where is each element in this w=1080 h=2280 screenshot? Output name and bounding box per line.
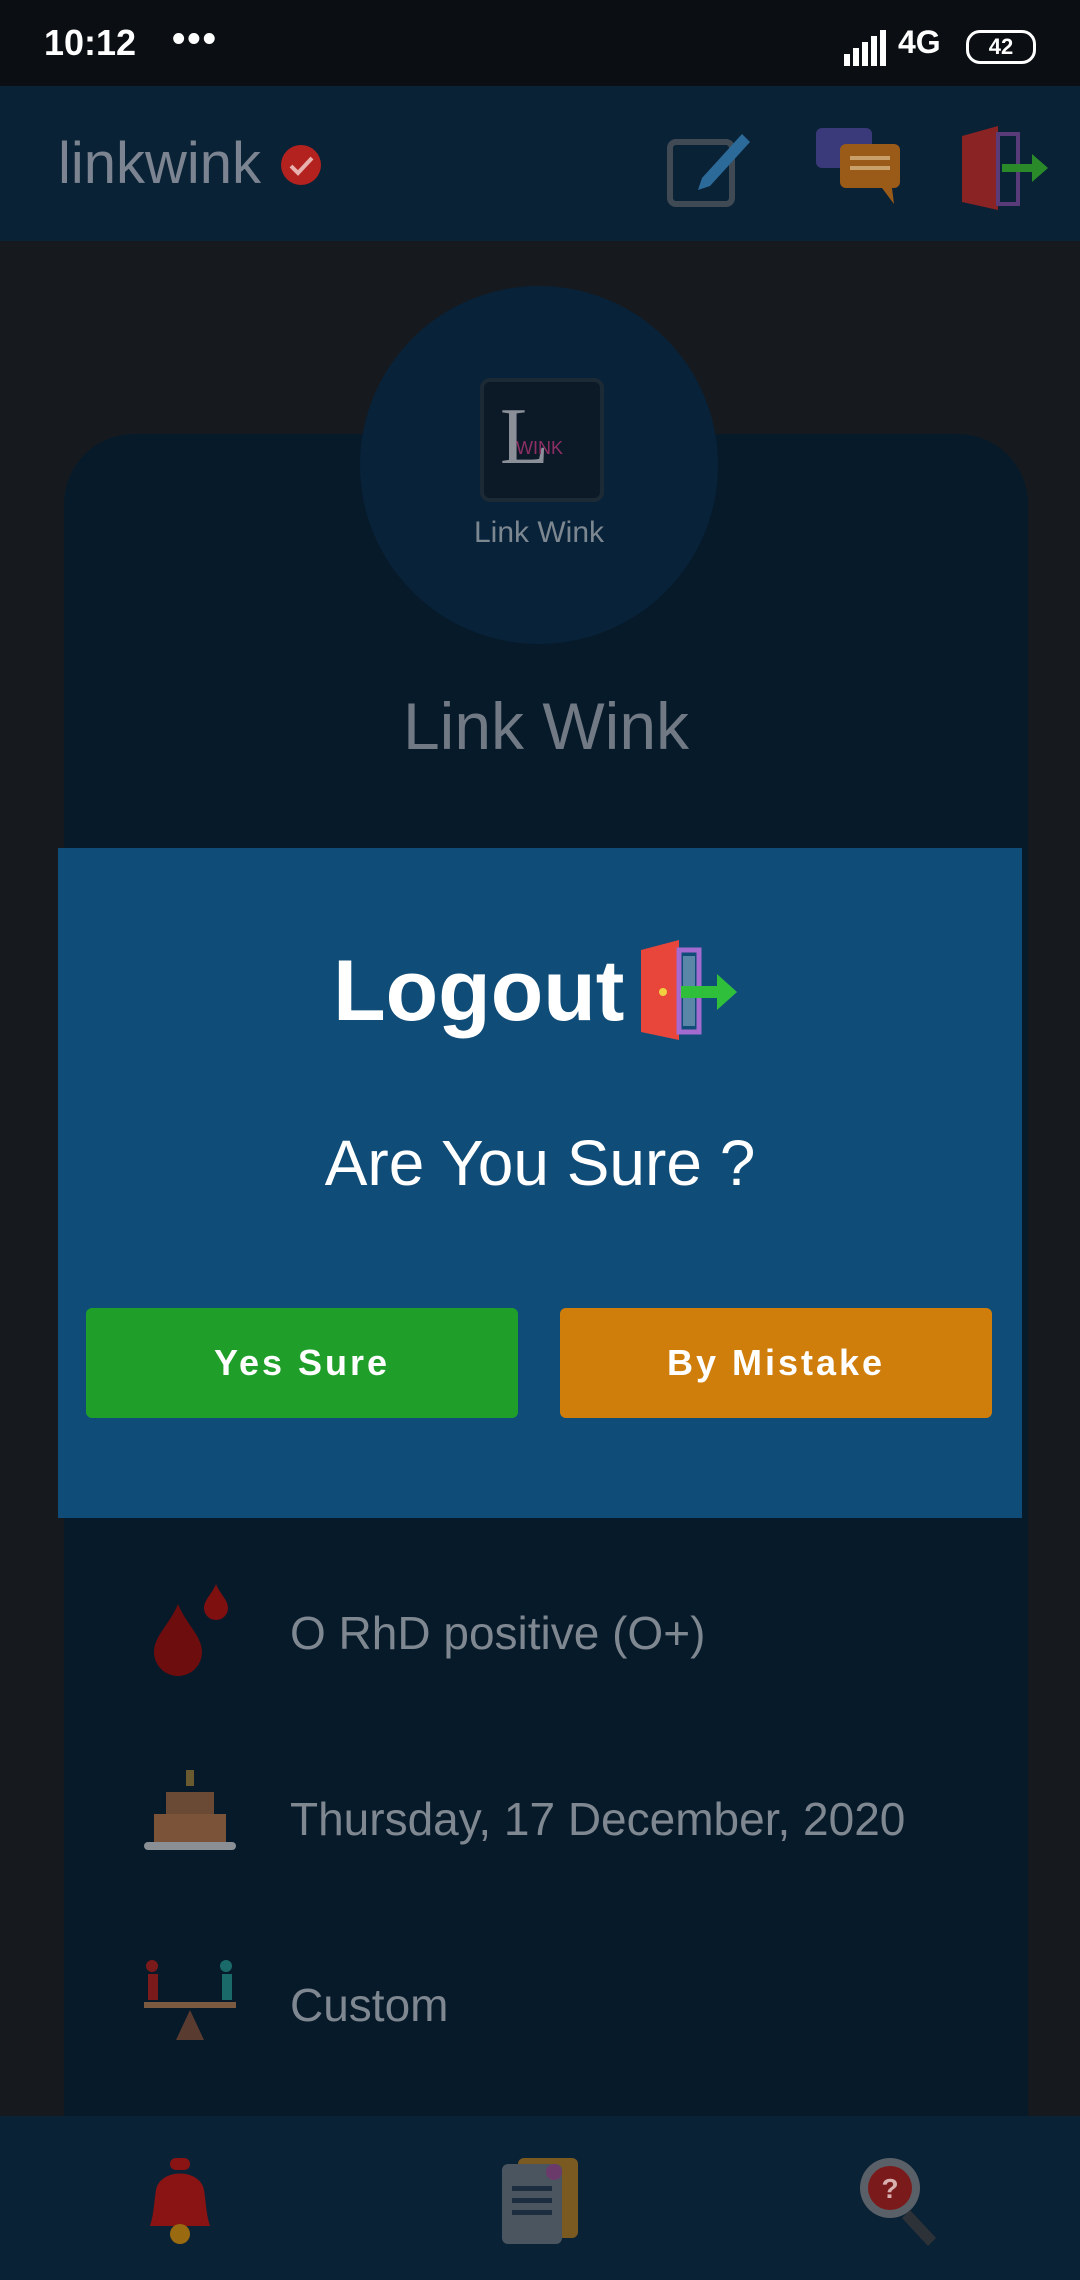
logout-dialog: Logout Are You Sure ? Yes Sure By Mistak… xyxy=(58,848,1022,1518)
yes-sure-button[interactable]: Yes Sure xyxy=(86,1308,518,1418)
dialog-title-row: Logout xyxy=(58,936,1022,1046)
dialog-title: Logout xyxy=(333,942,625,1039)
dialog-question: Are You Sure ? xyxy=(324,1127,756,1199)
logout-door-icon xyxy=(640,940,737,1040)
by-mistake-button[interactable]: By Mistake xyxy=(560,1308,992,1418)
